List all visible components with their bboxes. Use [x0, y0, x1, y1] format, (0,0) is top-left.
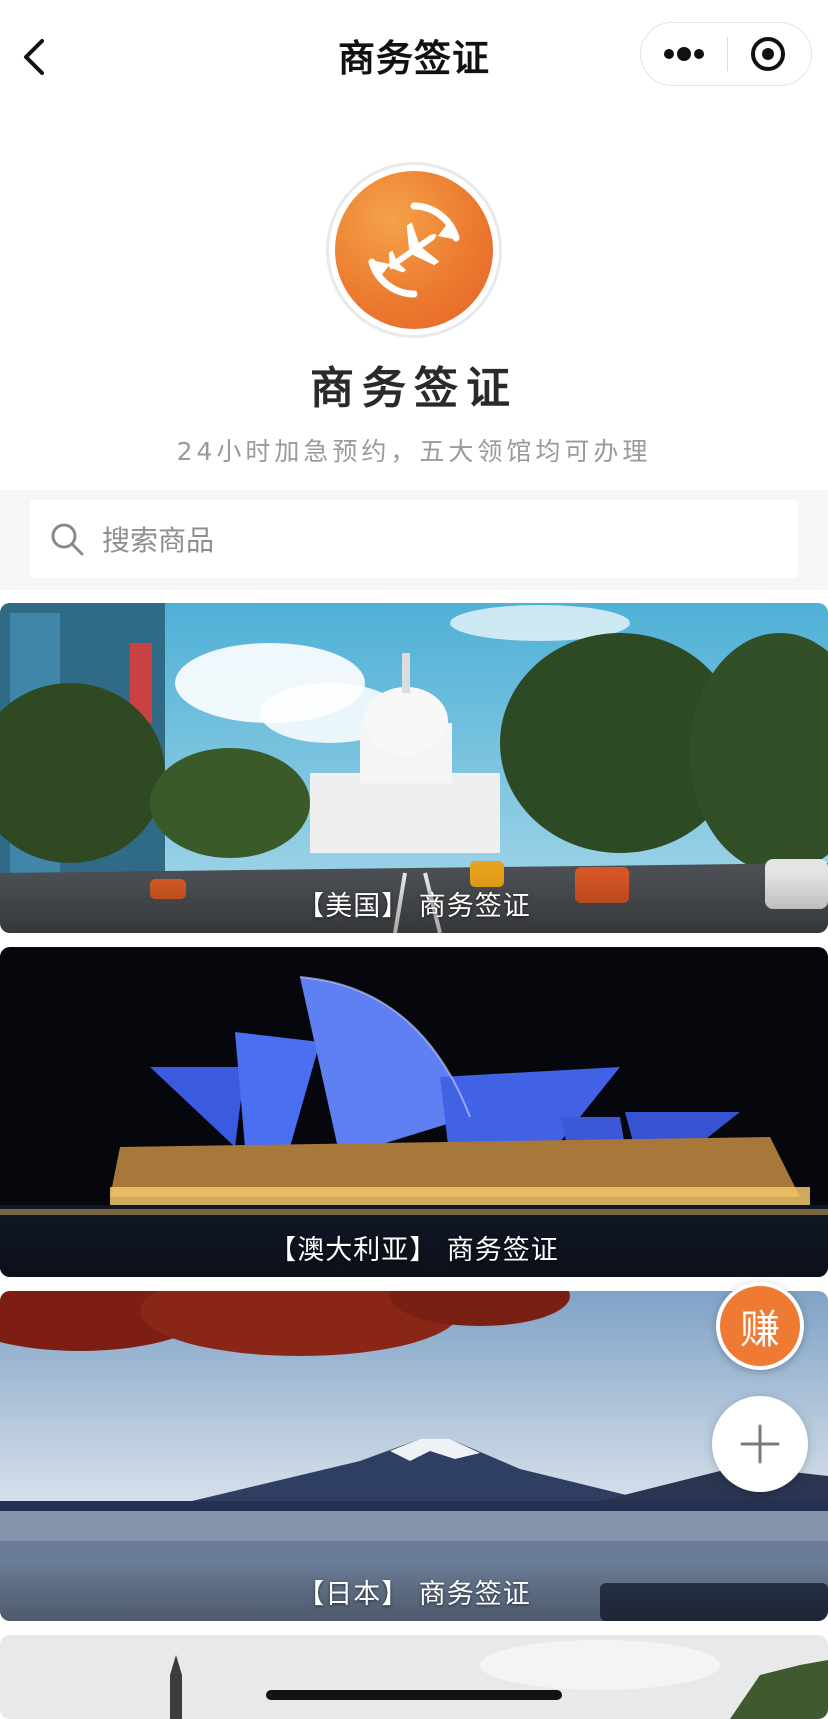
search-icon: [51, 523, 84, 556]
logo-badge: [335, 171, 493, 329]
lakeside-town-photo: [0, 1635, 828, 1719]
home-indicator: [266, 1690, 562, 1700]
product-card-japan[interactable]: 【日本】 商务签证: [0, 1291, 828, 1621]
search-input[interactable]: [100, 500, 784, 580]
earn-label: 赚: [740, 1307, 780, 1353]
search-section: [0, 490, 828, 590]
product-title: 【日本】 商务签证: [0, 1561, 828, 1621]
plane-refresh-icon: [368, 202, 460, 298]
product-card-partial[interactable]: [0, 1635, 828, 1719]
shop-logo: [326, 162, 502, 338]
add-button[interactable]: [712, 1396, 808, 1492]
product-title: 【美国】 商务签证: [0, 873, 828, 933]
plus-icon: [740, 1424, 780, 1464]
close-button[interactable]: [728, 23, 812, 85]
more-dots-icon: [664, 47, 704, 61]
more-button[interactable]: [641, 23, 727, 85]
shop-name: 商务签证: [310, 363, 518, 414]
product-card-usa[interactable]: 【美国】 商务签证: [0, 603, 828, 933]
earn-button[interactable]: 赚: [716, 1282, 804, 1370]
product-title: 【澳大利亚】 商务签证: [0, 1217, 828, 1277]
product-card-australia[interactable]: 【澳大利亚】 商务签证: [0, 947, 828, 1277]
mini-program-capsule: [640, 22, 812, 86]
target-close-icon: [751, 37, 785, 71]
navigation-bar: 商务签证: [0, 0, 828, 110]
shop-slogan: 24小时加急预约，五大领馆均可办理: [176, 437, 652, 466]
search-box[interactable]: [30, 500, 798, 580]
